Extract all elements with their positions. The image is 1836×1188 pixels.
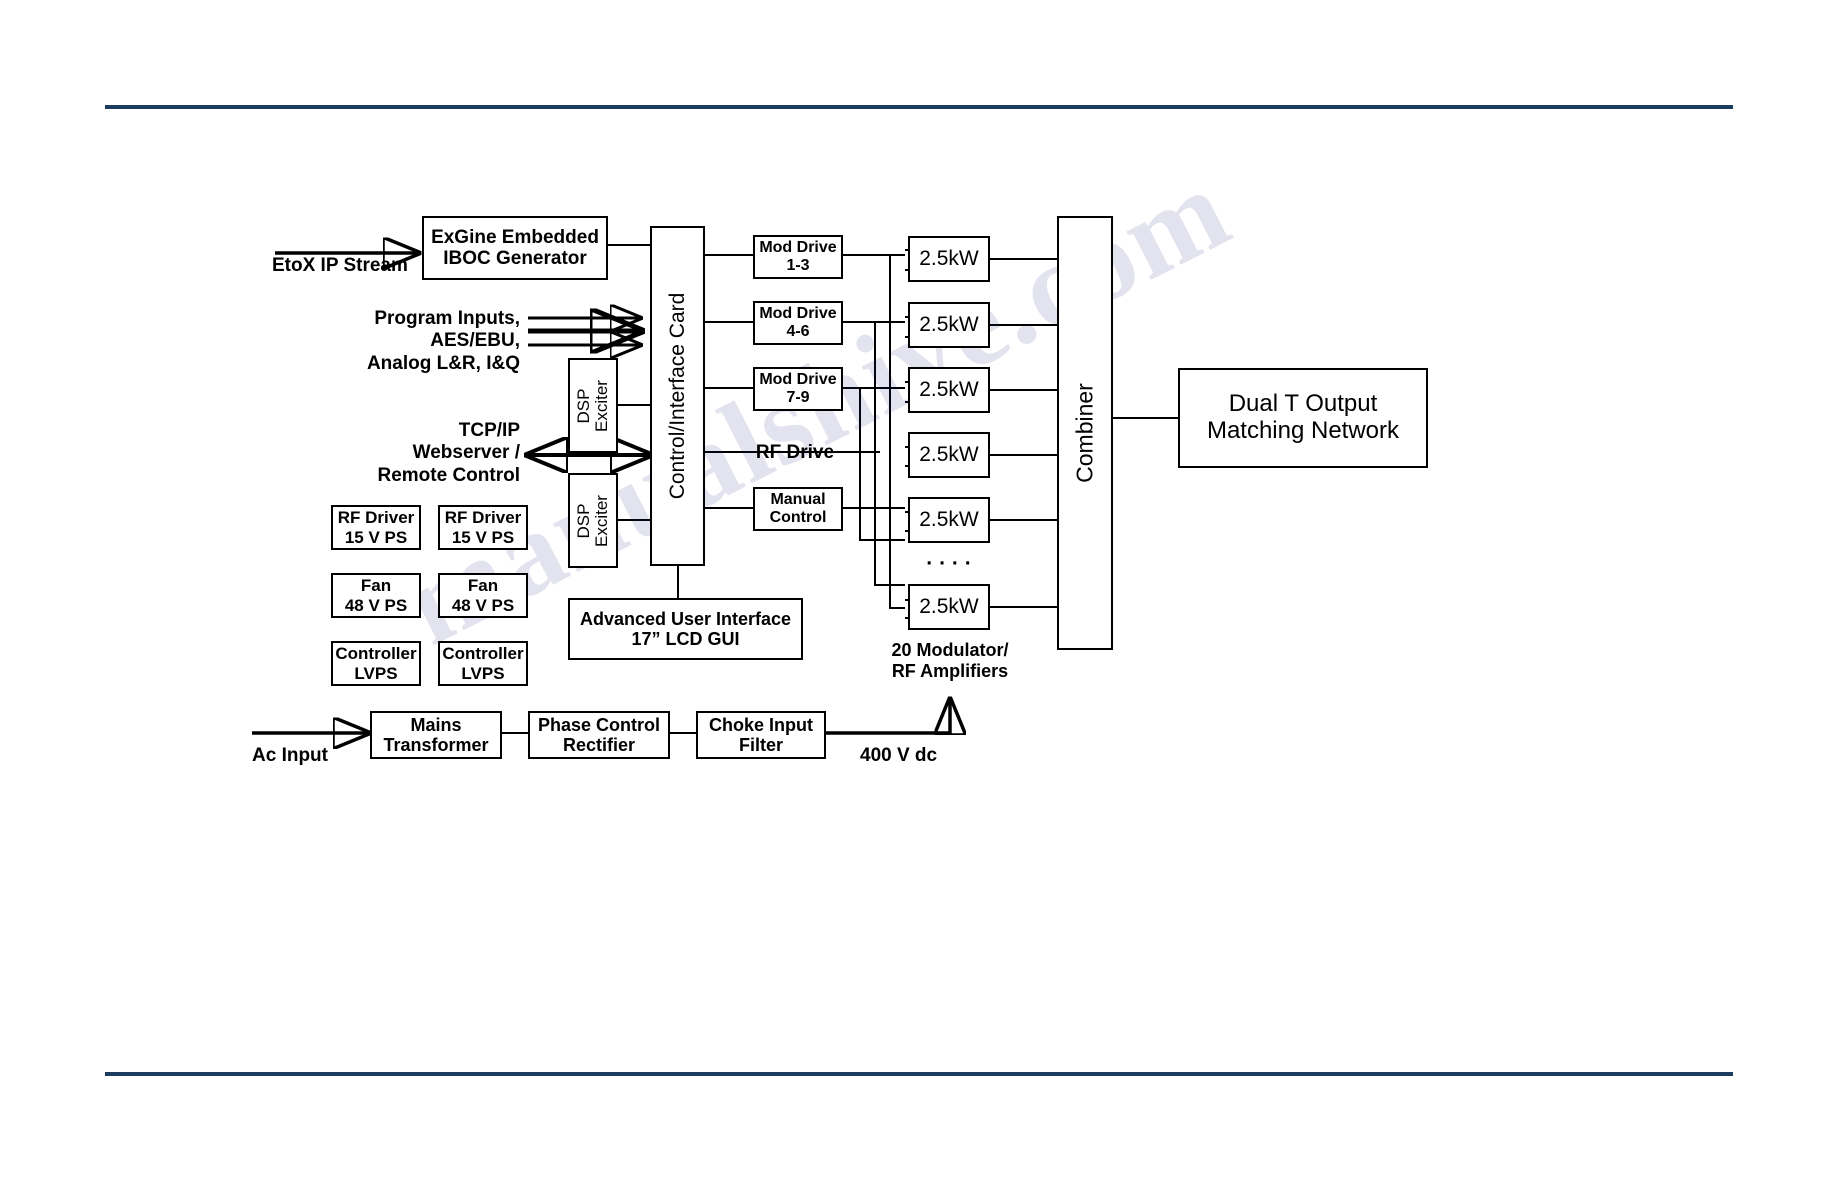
tcpip-remote-label: TCP/IP Webserver / Remote Control bbox=[377, 420, 521, 486]
control-interface-card-label: Control/Interface Card bbox=[665, 292, 689, 500]
rf-drive-label: RF Drive bbox=[755, 442, 835, 463]
block-diagram: manualshive.com EtoX IP Stream Program I… bbox=[0, 0, 1836, 1188]
power-supply-rf-driver-2[interactable]: RF Driver 15 V PS bbox=[438, 505, 528, 550]
amplifier-ellipsis: · · · · bbox=[926, 552, 972, 575]
exgine-iboc-generator-block[interactable]: ExGine Embedded IBOC Generator bbox=[422, 216, 608, 280]
dual-t-output-matching-network-block[interactable]: Dual T Output Matching Network bbox=[1178, 368, 1428, 468]
dsp-exciter-2-block[interactable]: DSP Exciter bbox=[568, 473, 618, 568]
amplifier-block-5[interactable]: 2.5kW bbox=[908, 497, 990, 543]
program-inputs-label: Program Inputs, AES/EBU, Analog L&R, I&Q bbox=[366, 308, 520, 374]
manual-control-block[interactable]: Manual Control bbox=[753, 487, 843, 531]
amplifier-block-4[interactable]: 2.5kW bbox=[908, 432, 990, 478]
power-supply-controller-lvps-2[interactable]: Controller LVPS bbox=[438, 641, 528, 686]
amplifier-block-6[interactable]: 2.5kW bbox=[908, 584, 990, 630]
amplifier-block-1[interactable]: 2.5kW bbox=[908, 236, 990, 282]
dsp-exciter-2-label: DSP Exciter bbox=[574, 494, 611, 547]
amplifier-block-3[interactable]: 2.5kW bbox=[908, 367, 990, 413]
dsp-exciter-1-block[interactable]: DSP Exciter bbox=[568, 358, 618, 453]
amplifiers-caption: 20 Modulator/ RF Amplifiers bbox=[891, 640, 1009, 682]
mains-transformer-block[interactable]: Mains Transformer bbox=[370, 711, 502, 759]
mod-drive-7-9-block[interactable]: Mod Drive 7-9 bbox=[753, 367, 843, 411]
power-supply-controller-lvps-1[interactable]: Controller LVPS bbox=[331, 641, 421, 686]
combiner-block[interactable]: Combiner bbox=[1057, 216, 1113, 650]
power-supply-rf-driver-1[interactable]: RF Driver 15 V PS bbox=[331, 505, 421, 550]
amplifier-block-2[interactable]: 2.5kW bbox=[908, 302, 990, 348]
mod-drive-4-6-block[interactable]: Mod Drive 4-6 bbox=[753, 301, 843, 345]
advanced-user-interface-block[interactable]: Advanced User Interface 17” LCD GUI bbox=[568, 598, 803, 660]
mod-drive-1-3-block[interactable]: Mod Drive 1-3 bbox=[753, 235, 843, 279]
combiner-label: Combiner bbox=[1071, 383, 1098, 483]
etox-input-label: EtoX IP Stream bbox=[272, 255, 408, 276]
control-interface-card-block[interactable]: Control/Interface Card bbox=[650, 226, 705, 566]
choke-input-filter-block[interactable]: Choke Input Filter bbox=[696, 711, 826, 759]
dc-voltage-label: 400 V dc bbox=[860, 745, 938, 766]
power-supply-fan-1[interactable]: Fan 48 V PS bbox=[331, 573, 421, 618]
dsp-exciter-1-label: DSP Exciter bbox=[574, 379, 611, 432]
power-supply-fan-2[interactable]: Fan 48 V PS bbox=[438, 573, 528, 618]
phase-control-rectifier-block[interactable]: Phase Control Rectifier bbox=[528, 711, 670, 759]
